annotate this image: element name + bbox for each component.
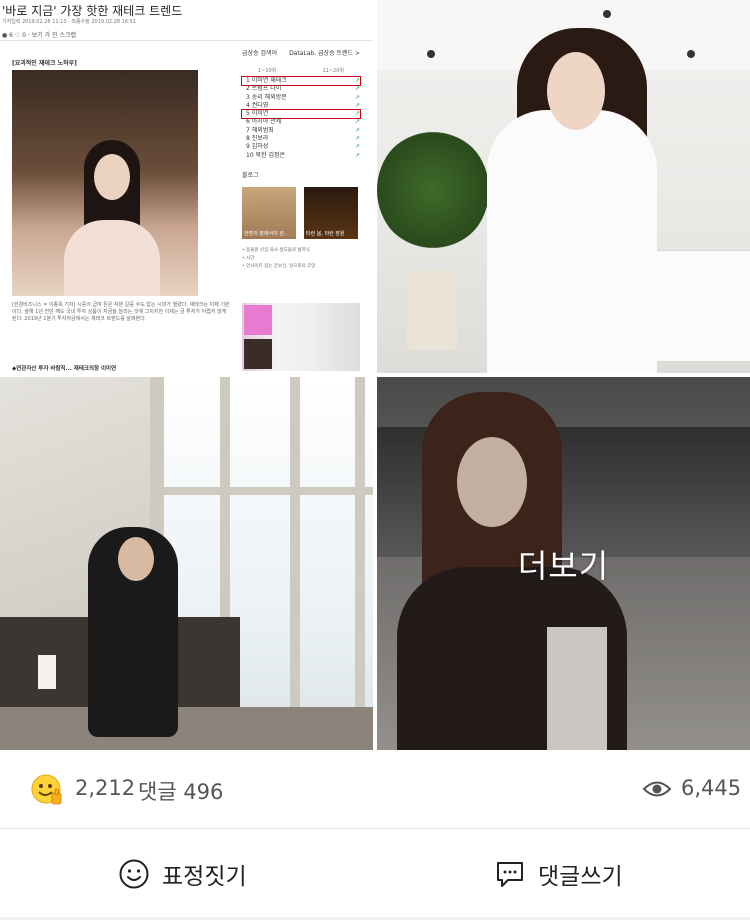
article-footer: ◆연관자산 투자 바람직... 재테크의창 이미연 xyxy=(12,366,117,372)
article-section-heading: [요괴적인 재테크 노하우] xyxy=(12,60,77,67)
smiley-thumb-icon xyxy=(31,774,62,805)
blog-label: 블로그 xyxy=(242,171,259,179)
comment-count[interactable]: 댓글 496 xyxy=(138,776,223,806)
chat-bubble-icon xyxy=(497,862,523,887)
trend-icon: ↗ xyxy=(354,85,360,93)
trending-title: 급상승 검색어 xyxy=(242,50,278,57)
photo-4-more[interactable]: 더보기 xyxy=(377,377,750,750)
article-photo xyxy=(12,70,198,296)
article-divider xyxy=(0,40,373,41)
datalab-link: DataLab. 급상승 트렌드 > xyxy=(289,50,360,57)
rank-item: 3 승리 해외방문 ↗ xyxy=(246,93,360,101)
trending-sidebar: 급상승 검색어 DataLab. 급상승 트렌드 > 1~10위 11~20위 … xyxy=(241,48,361,271)
trend-icon: ↗ xyxy=(354,110,360,118)
reaction-button[interactable]: 표정짓기 xyxy=(118,840,247,908)
rank-item: 9 김하성 ↗ xyxy=(246,143,360,151)
divider xyxy=(0,828,750,829)
article-title: '바로 지금' 가장 핫한 재테크 트렌드 xyxy=(2,4,183,18)
eye-icon xyxy=(642,781,672,797)
trend-icon: ↗ xyxy=(354,93,360,101)
article-tools: ● 6 ♡ 0 · 보기 가 인 스크랩 xyxy=(2,32,77,39)
rank-item: 6 아시아 관세 ↗ xyxy=(246,118,360,126)
write-comment-button[interactable]: 댓글쓰기 xyxy=(494,840,623,908)
trend-icon: ↗ xyxy=(354,101,360,109)
trend-icon: ↗ xyxy=(354,118,360,126)
photo-1-article-screenshot[interactable]: '바로 지금' 가장 핫한 재테크 트렌드 기자입력 2019.02.28 11… xyxy=(0,0,373,373)
smile-outline-icon xyxy=(119,859,149,889)
trending-rank-list: 1 이미연 재테크 ↗ 2 트럼프 나이 ↗ 3 승리 해외방문 ↗ 4 권다영 ↗ 5… xyxy=(241,75,361,160)
trending-tab-1: 1~10위 xyxy=(258,68,277,74)
rank-item: 4 권다영 ↗ xyxy=(246,101,360,109)
article-meta: 기자입력 2019.02.28 11:13 · 최종수정 2019.02.28 … xyxy=(2,19,137,25)
trend-icon: ↗ xyxy=(354,126,360,134)
blog-thumbnail: 한편의 장례식이 관… xyxy=(242,186,296,239)
reaction-button-label: 표정짓기 xyxy=(162,864,247,890)
rank-item: 10 북한 김정은 ↗ xyxy=(246,151,360,159)
rank-item: 7 해외범죄 ↗ xyxy=(246,126,360,134)
trend-icon: ↗ xyxy=(354,151,360,159)
photo-2-white-dress[interactable] xyxy=(377,0,750,373)
reaction-count: 2,212 xyxy=(75,776,136,800)
view-count: 6,445 xyxy=(681,776,742,800)
photo-3-airport-lounge[interactable] xyxy=(0,377,373,750)
trend-icon: ↗ xyxy=(354,77,360,84)
blog-thumbnail: 타런 봄, 타런 장원 xyxy=(304,186,358,239)
trending-tab-2: 11~20위 xyxy=(322,68,344,74)
photo-mosaic xyxy=(242,303,360,371)
related-links: • 동물원 신입 육사 생도들의 법학식 • 시간 • 인사이트 입는 굿보선,… xyxy=(242,247,316,269)
article-body: [한경비즈니스 = 이종옥 기자] 시중의 급여 돈은 자본 갈증 수도 없는 … xyxy=(12,302,230,322)
write-comment-label: 댓글쓰기 xyxy=(538,864,623,890)
trend-icon: ↗ xyxy=(354,135,360,143)
trend-icon: ↗ xyxy=(354,143,360,151)
more-button[interactable]: 더보기 xyxy=(377,377,750,750)
rank-item: 2 트럼프 나이 ↗ xyxy=(246,85,360,93)
photo-grid: '바로 지금' 가장 핫한 재테크 트렌드 기자입력 2019.02.28 11… xyxy=(0,0,750,750)
